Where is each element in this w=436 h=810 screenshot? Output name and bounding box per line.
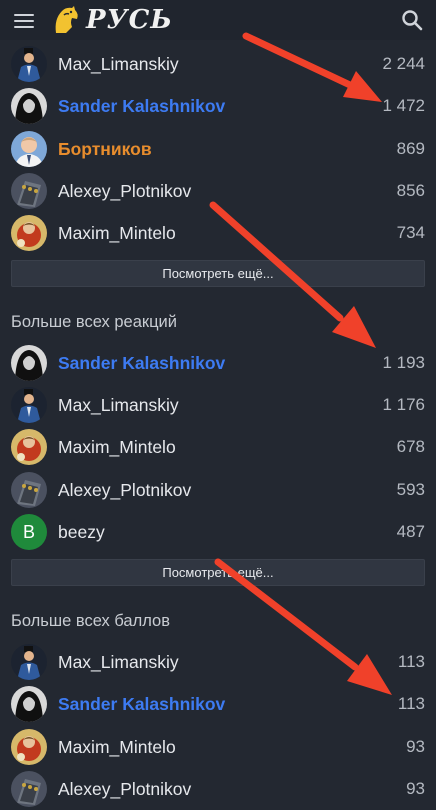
count-value: 93 (406, 737, 425, 756)
list-item[interactable]: Maxim_Mintelo 678 (0, 426, 436, 468)
username[interactable]: Sander Kalashnikov (58, 683, 225, 725)
list-item[interactable]: Max_Limanskiy 1 176 (0, 384, 436, 426)
list-item[interactable]: Max_Limanskiy 113 (0, 641, 436, 683)
avatar (11, 387, 47, 423)
list-item[interactable]: Maxim_Mintelo 734 (0, 212, 436, 254)
username[interactable]: Alexey_Plotnikov (58, 469, 191, 511)
avatar (11, 472, 47, 508)
section-title: Больше всех реакций (11, 313, 177, 331)
hamburger-menu-icon[interactable] (14, 10, 38, 30)
list-item[interactable]: Sander Kalashnikov 1 472 (0, 85, 436, 127)
username[interactable]: Max_Limanskiy (58, 43, 179, 85)
count-value: 678 (396, 437, 425, 456)
username[interactable]: Бортников (58, 128, 152, 170)
avatar (11, 644, 47, 680)
count-value: 1 193 (382, 353, 425, 372)
avatar (11, 345, 47, 381)
avatar (11, 215, 47, 251)
count-value: 113 (397, 652, 425, 671)
see-more-button[interactable]: Посмотреть ещё... (11, 559, 425, 586)
list-item[interactable]: Бортников 869 (0, 128, 436, 170)
count-value: 856 (396, 181, 425, 200)
username[interactable]: Max_Limanskiy (58, 384, 179, 426)
count-value: 487 (396, 522, 425, 541)
list-item[interactable]: Alexey_Plotnikov 593 (0, 469, 436, 511)
list-item[interactable]: Max_Limanskiy 2 244 (0, 43, 436, 85)
horse-logo-icon (55, 6, 78, 33)
count-value: 1 176 (382, 395, 425, 414)
avatar (11, 771, 47, 807)
count-value: 93 (406, 779, 425, 798)
avatar: B (11, 514, 47, 550)
avatar (11, 429, 47, 465)
avatar (11, 686, 47, 722)
site-logo[interactable]: РУСЬ (52, 2, 173, 38)
count-value: 734 (396, 223, 425, 242)
count-value: 869 (396, 139, 425, 158)
username[interactable]: Alexey_Plotnikov (58, 768, 191, 810)
count-value: 113 (397, 694, 425, 713)
avatar (11, 173, 47, 209)
avatar (11, 729, 47, 765)
avatar (11, 88, 47, 124)
list-item[interactable]: Alexey_Plotnikov 856 (0, 170, 436, 212)
top-app-bar: РУСЬ (0, 0, 436, 40)
username[interactable]: Sander Kalashnikov (58, 85, 225, 127)
count-value: 1 472 (382, 96, 425, 115)
count-value: 2 244 (382, 54, 425, 73)
section-title: Больше всех баллов (11, 612, 170, 630)
count-value: 593 (396, 480, 425, 499)
username[interactable]: beezy (58, 511, 105, 553)
list-item[interactable]: Maxim_Mintelo 93 (0, 726, 436, 768)
username[interactable]: Max_Limanskiy (58, 641, 179, 683)
logo-text: РУСЬ (86, 5, 173, 35)
list-item[interactable]: Alexey_Plotnikov 93 (0, 768, 436, 810)
search-icon[interactable] (400, 8, 424, 32)
see-more-button[interactable]: Посмотреть ещё... (11, 260, 425, 287)
username[interactable]: Maxim_Mintelo (58, 426, 176, 468)
username[interactable]: Maxim_Mintelo (58, 726, 176, 768)
list-item[interactable]: B beezy 487 (0, 511, 436, 553)
avatar (11, 131, 47, 167)
username[interactable]: Maxim_Mintelo (58, 212, 176, 254)
list-item[interactable]: Sander Kalashnikov 113 (0, 683, 436, 725)
avatar (11, 46, 47, 82)
username[interactable]: Sander Kalashnikov (58, 342, 225, 384)
list-item[interactable]: Sander Kalashnikov 1 193 (0, 342, 436, 384)
username[interactable]: Alexey_Plotnikov (58, 170, 191, 212)
